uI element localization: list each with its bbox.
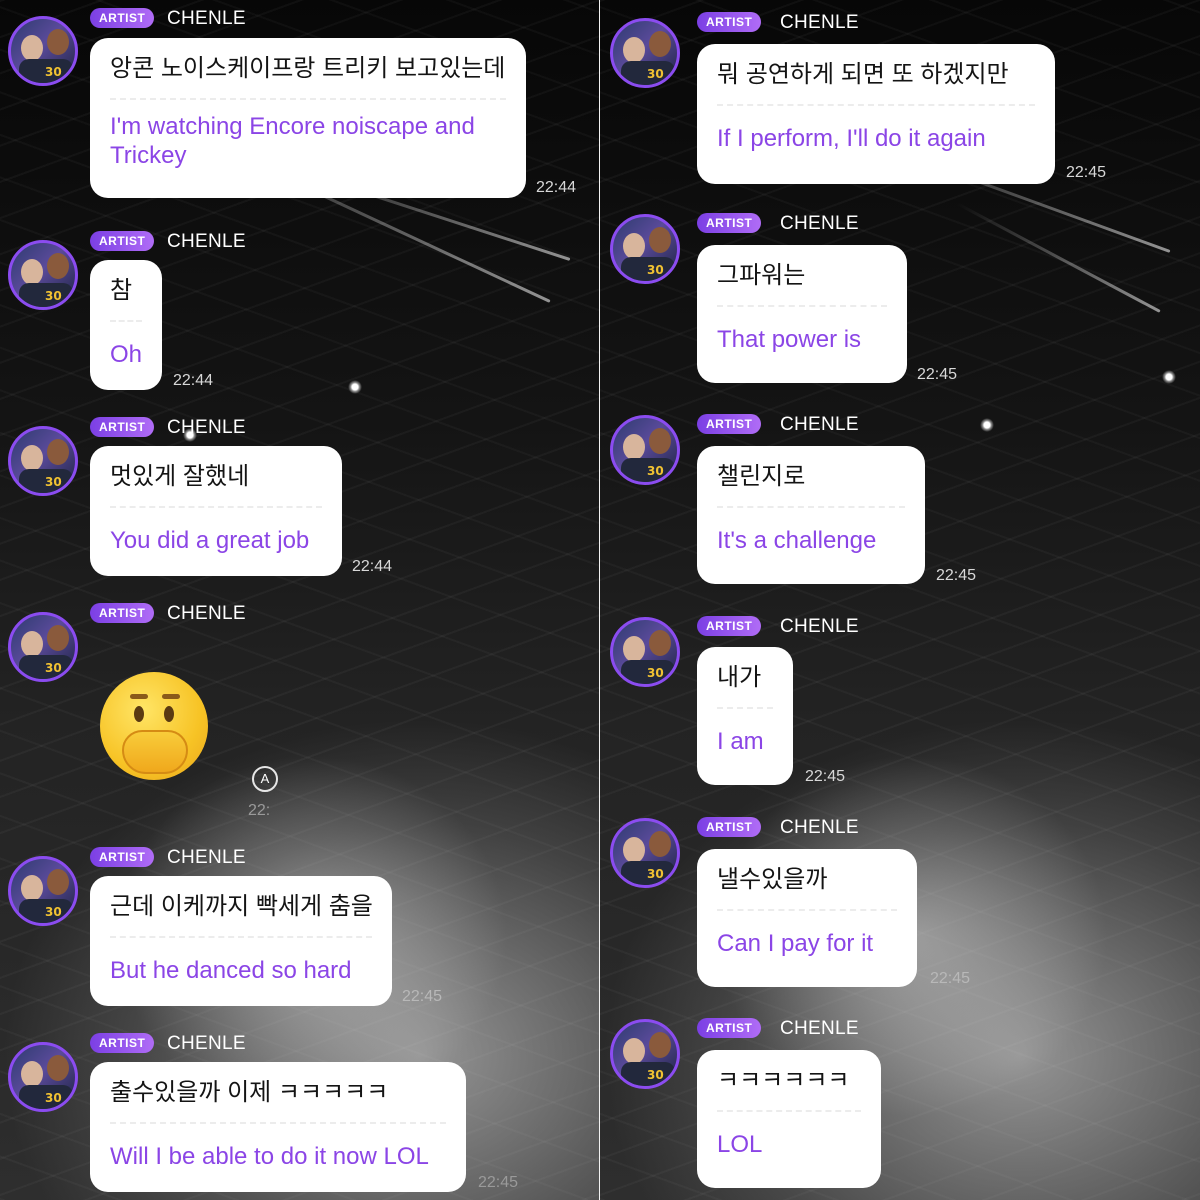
message-translation-text: That power is xyxy=(717,326,862,353)
sender-name[interactable]: CHENLE xyxy=(780,13,859,33)
message-timestamp: 22:44 xyxy=(536,179,577,196)
message-timestamp: 22:44 xyxy=(352,558,393,575)
stage-light xyxy=(1162,370,1176,384)
translation-divider xyxy=(717,506,905,508)
message-timestamp: 22:45 xyxy=(936,567,977,584)
translation-divider xyxy=(717,909,897,911)
message-translation-text: Can I pay for it xyxy=(717,930,874,957)
sender-name[interactable]: CHENLE xyxy=(780,617,859,637)
message-translation-text: It's a challenge xyxy=(717,527,877,554)
avatar[interactable]: 30 xyxy=(8,856,78,926)
message-timestamp: 22:45 xyxy=(917,366,958,383)
sender-name[interactable]: CHENLE xyxy=(780,214,859,234)
message-bubble[interactable]: 내가 I am xyxy=(697,647,793,785)
avatar[interactable]: 30 xyxy=(610,1019,680,1089)
stage-beam xyxy=(956,202,1161,313)
message-bubble[interactable]: 그파워는 That power is xyxy=(697,245,907,383)
translate-icon[interactable]: A xyxy=(252,766,278,792)
avatar[interactable]: 30 xyxy=(8,426,78,496)
message-original-text: 낼수있을까 xyxy=(717,866,828,893)
message-original-text: 출수있을까 이제 ㅋㅋㅋㅋㅋ xyxy=(110,1079,389,1106)
message-original-text: 그파워는 xyxy=(717,262,806,289)
translation-divider xyxy=(717,104,1035,106)
artist-badge: ARTIST xyxy=(697,817,762,837)
message-bubble[interactable]: 멋있게 잘했네 You did a great job xyxy=(90,446,342,576)
avatar[interactable]: 30 xyxy=(8,612,78,682)
message-translation-text: You did a great job xyxy=(110,527,310,554)
avatar[interactable]: 30 xyxy=(610,415,680,485)
artist-badge: ARTIST xyxy=(90,417,155,437)
message-bubble[interactable]: 앙콘 노이스케이프랑 트리키 보고있는데 I'm watching Encore… xyxy=(90,38,526,198)
stage-light xyxy=(980,418,994,432)
sender-name[interactable]: CHENLE xyxy=(167,232,246,252)
message-original-text: 멋있게 잘했네 xyxy=(110,463,250,490)
message-translation-text: Will I be able to do it now LOL xyxy=(110,1143,429,1170)
message-original-text: ㅋㅋㅋㅋㅋㅋ xyxy=(717,1067,850,1094)
message-bubble[interactable]: 낼수있을까 Can I pay for it xyxy=(697,849,917,987)
artist-badge: ARTIST xyxy=(697,12,762,32)
sender-name[interactable]: CHENLE xyxy=(780,415,859,435)
avatar[interactable]: 30 xyxy=(610,214,680,284)
artist-badge: ARTIST xyxy=(697,1018,762,1038)
sender-name[interactable]: CHENLE xyxy=(167,9,246,29)
face-with-hand-over-mouth-icon[interactable] xyxy=(100,672,208,780)
stage-light xyxy=(348,380,362,394)
sender-name[interactable]: CHENLE xyxy=(780,818,859,838)
artist-badge: ARTIST xyxy=(697,616,762,636)
chat-panel-left: 30 ARTIST CHENLE 앙콘 노이스케이프랑 트리키 보고있는데 I'… xyxy=(0,0,600,1200)
sender-name[interactable]: CHENLE xyxy=(167,848,246,868)
translation-divider xyxy=(110,98,506,100)
sender-name[interactable]: CHENLE xyxy=(167,418,246,438)
message-bubble[interactable]: 뭐 공연하게 되면 또 하겠지만 If I perform, I'll do i… xyxy=(697,44,1055,184)
message-translation-text: LOL xyxy=(717,1131,763,1158)
artist-badge: ARTIST xyxy=(697,213,762,233)
message-original-text: 내가 xyxy=(717,664,762,691)
message-timestamp: 22: xyxy=(248,802,271,819)
translation-divider xyxy=(110,506,322,508)
sender-name[interactable]: CHENLE xyxy=(167,1034,246,1054)
message-bubble[interactable]: 출수있을까 이제 ㅋㅋㅋㅋㅋ Will I be able to do it n… xyxy=(90,1062,466,1192)
avatar[interactable]: 30 xyxy=(8,1042,78,1112)
message-translation-text: But he danced so hard xyxy=(110,957,352,984)
message-translation-text: If I perform, I'll do it again xyxy=(717,125,986,152)
message-original-text: 참 xyxy=(110,277,133,304)
translation-divider xyxy=(717,707,773,709)
artist-badge: ARTIST xyxy=(90,847,155,867)
translation-divider xyxy=(110,1122,446,1124)
message-timestamp: 22:45 xyxy=(805,768,846,785)
message-original-text: 앙콘 노이스케이프랑 트리키 보고있는데 xyxy=(110,55,506,82)
message-original-text: 뭐 공연하게 되면 또 하겠지만 xyxy=(717,61,1009,88)
sender-name[interactable]: CHENLE xyxy=(167,604,246,624)
message-original-text: 근데 이케까지 빡세게 춤을 xyxy=(110,893,373,920)
message-translation-text: I am xyxy=(717,728,764,755)
message-bubble[interactable]: ㅋㅋㅋㅋㅋㅋ LOL xyxy=(697,1050,881,1188)
message-original-text: 챌린지로 xyxy=(717,463,806,490)
message-translation-text: I'm watching Encore noiscape and Trickey xyxy=(110,113,475,169)
message-timestamp: 22:45 xyxy=(402,988,443,1005)
sender-name[interactable]: CHENLE xyxy=(780,1019,859,1039)
avatar[interactable]: 30 xyxy=(8,16,78,86)
artist-badge: ARTIST xyxy=(90,1033,155,1053)
translation-divider xyxy=(717,305,887,307)
message-timestamp: 22:44 xyxy=(173,372,214,389)
avatar[interactable]: 30 xyxy=(610,18,680,88)
message-bubble[interactable]: 참 Oh xyxy=(90,260,162,390)
artist-badge: ARTIST xyxy=(697,414,762,434)
translation-divider xyxy=(717,1110,861,1112)
artist-badge: ARTIST xyxy=(90,8,155,28)
artist-badge: ARTIST xyxy=(90,231,155,251)
avatar[interactable]: 30 xyxy=(8,240,78,310)
artist-badge: ARTIST xyxy=(90,603,155,623)
translation-divider xyxy=(110,320,142,322)
translation-divider xyxy=(110,936,372,938)
avatar[interactable]: 30 xyxy=(610,617,680,687)
message-timestamp: 22:45 xyxy=(930,970,971,987)
message-timestamp: 22:45 xyxy=(1066,164,1107,181)
avatar[interactable]: 30 xyxy=(610,818,680,888)
message-translation-text: Oh xyxy=(110,341,143,368)
chat-panel-right: 30 ARTIST CHENLE 뭐 공연하게 되면 또 하겠지만 If I p… xyxy=(600,0,1200,1200)
message-timestamp: 22:45 xyxy=(478,1174,519,1191)
message-bubble[interactable]: 챌린지로 It's a challenge xyxy=(697,446,925,584)
message-bubble[interactable]: 근데 이케까지 빡세게 춤을 But he danced so hard xyxy=(90,876,392,1006)
